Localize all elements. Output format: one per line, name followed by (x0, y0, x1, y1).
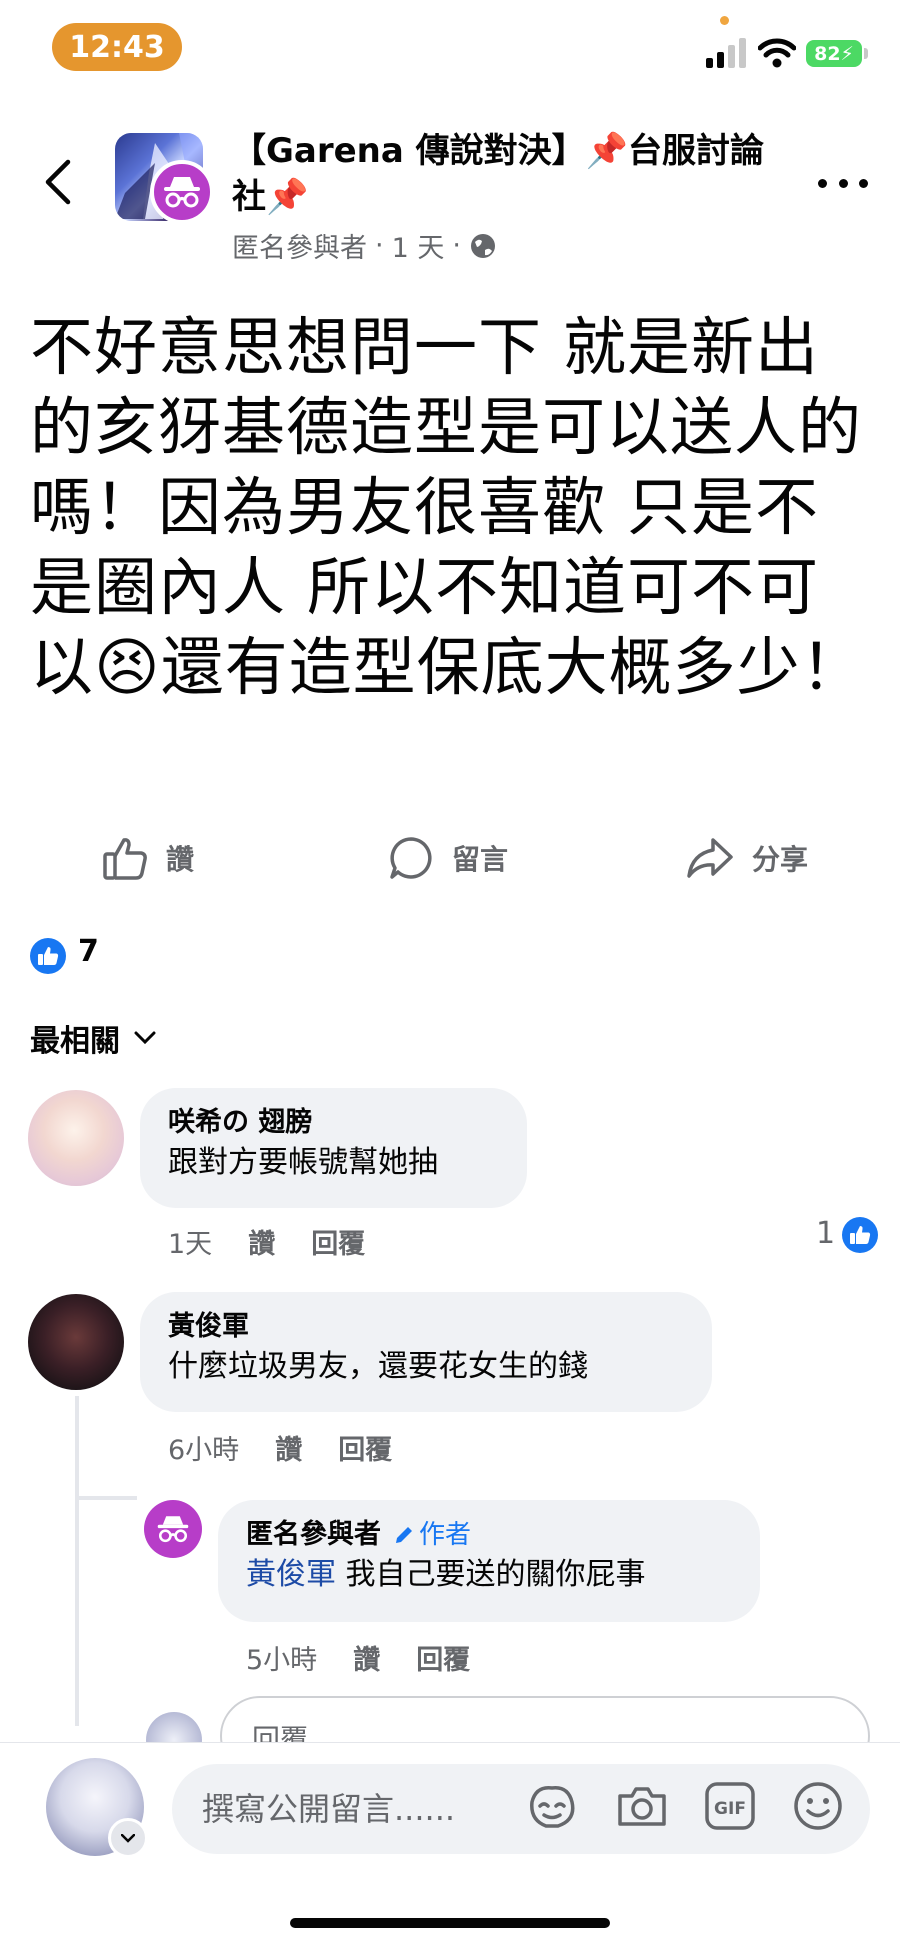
reply-author[interactable]: 匿名參與者 (246, 1516, 381, 1554)
incognito-icon (164, 177, 200, 208)
back-button[interactable] (38, 157, 78, 207)
commenter-avatar[interactable] (28, 1294, 124, 1390)
gif-icon: GIF (705, 1782, 755, 1830)
commenter-name[interactable]: 咲希の 翅膀 (168, 1104, 499, 1142)
dot-icon (859, 178, 868, 188)
more-options-button[interactable] (818, 168, 868, 198)
globe-icon (470, 233, 495, 258)
comment-button[interactable]: 留言 (388, 835, 508, 880)
comment-like-button[interactable]: 讚 (275, 1428, 302, 1467)
chevron-down-icon (134, 1031, 156, 1045)
comment-like-count[interactable]: 1 (816, 1216, 835, 1251)
comment-input-placeholder: 撰寫公開留言...... (202, 1790, 456, 1828)
thread-line (75, 1396, 79, 1726)
pencil-icon (396, 1527, 412, 1543)
avatar-sticker-button[interactable] (524, 1778, 580, 1834)
post-meta: 匿名參與者 · 1 天 · (232, 226, 497, 265)
chevron-left-icon (45, 159, 71, 205)
sort-dropdown[interactable]: 最相關 (30, 1016, 156, 1060)
dot-icon (818, 178, 827, 188)
avatar-sticker-icon (530, 1786, 575, 1828)
like-label: 讚 (166, 842, 195, 876)
sort-label: 最相關 (30, 1024, 120, 1059)
commenter-avatar[interactable] (28, 1090, 124, 1186)
like-reaction-icon[interactable] (30, 938, 66, 974)
thumbs-up-icon (103, 837, 147, 880)
comment-meta: 1天 讚 回覆 (168, 1222, 365, 1261)
group-name[interactable]: 【Garena 傳說對決】📌台服討論社📌 (232, 128, 792, 220)
emoji-button[interactable] (790, 1778, 846, 1834)
thread-branch (75, 1496, 137, 1500)
reply-reply-button[interactable]: 回覆 (416, 1638, 470, 1677)
comment-time: 6小時 (168, 1435, 240, 1466)
battery-indicator: 82 ⚡ (806, 40, 862, 67)
like-button[interactable]: 讚 (102, 835, 194, 880)
reply-text: 黃俊軍 我自己要送的關你屁事 (246, 1554, 732, 1596)
comment-reply-button[interactable]: 回覆 (311, 1222, 365, 1261)
author-badge-label: 作者 (419, 1520, 472, 1550)
comment-bubble-icon (390, 836, 432, 879)
status-time: 12:43 (52, 23, 182, 71)
comment-text: 什麼垃圾男友，還要花女生的錢 (168, 1349, 588, 1384)
post-author[interactable]: 匿名參與者 (232, 226, 367, 265)
reply-like-button[interactable]: 讚 (353, 1638, 380, 1677)
comment-bubble: 咲希の 翅膀 跟對方要帳號幫她抽 (140, 1088, 527, 1208)
post-text: 不好意思想問一下 就是新出的亥犽基德造型是可以送人的嗎！因為男友很喜歡 只是不是… (30, 311, 865, 704)
smiley-icon (794, 1782, 842, 1830)
reply-message: 我自己要送的關你屁事 (336, 1557, 646, 1592)
comment-meta: 6小時 讚 回覆 (168, 1428, 392, 1467)
comment-label: 留言 (452, 842, 509, 876)
comment-bubble: 黃俊軍 什麼垃圾男友，還要花女生的錢 (140, 1292, 712, 1412)
reaction-count[interactable]: 7 (78, 934, 99, 969)
anonymous-avatar[interactable] (144, 1500, 202, 1558)
post-time[interactable]: 1 天 (392, 226, 445, 265)
reply-bubble: 匿名參與者 作者 黃俊軍 我自己要送的關你屁事 (218, 1500, 760, 1622)
reply-header: 匿名參與者 作者 (246, 1516, 732, 1554)
author-badge: 作者 (393, 1516, 471, 1554)
svg-text:GIF: GIF (714, 1799, 746, 1819)
share-label: 分享 (752, 842, 809, 876)
meta-separator: · (452, 230, 461, 261)
battery-tip (864, 48, 868, 59)
home-indicator (290, 1918, 610, 1928)
gif-button[interactable]: GIF (702, 1778, 758, 1834)
comment-like-button[interactable]: 讚 (248, 1222, 275, 1261)
incognito-icon (157, 1516, 189, 1543)
camera-button[interactable] (614, 1778, 670, 1834)
thumbs-up-icon (38, 947, 59, 965)
reply-time: 5小時 (246, 1645, 318, 1676)
reply-meta: 5小時 讚 回覆 (246, 1638, 470, 1677)
comment-time: 1天 (168, 1229, 213, 1260)
comment-text: 跟對方要帳號幫她抽 (168, 1145, 438, 1180)
meta-separator: · (375, 230, 384, 261)
mention-link[interactable]: 黃俊軍 (246, 1557, 336, 1592)
share-arrow-icon (687, 837, 733, 878)
profile-switch-button[interactable] (108, 1818, 148, 1858)
signal-icon (706, 38, 746, 68)
anonymous-avatar[interactable] (150, 160, 214, 224)
comment-reply-button[interactable]: 回覆 (338, 1428, 392, 1467)
privacy-indicator-dot (720, 16, 729, 25)
wifi-icon (758, 38, 796, 68)
share-button[interactable]: 分享 (686, 835, 808, 880)
chevron-down-icon (121, 1833, 135, 1843)
comment-like-reaction-icon[interactable] (842, 1217, 878, 1253)
thumbs-up-icon (850, 1226, 871, 1244)
battery-level: 82 (814, 42, 841, 65)
camera-icon (618, 1787, 666, 1826)
dot-icon (838, 178, 848, 188)
commenter-name[interactable]: 黃俊軍 (168, 1308, 684, 1346)
